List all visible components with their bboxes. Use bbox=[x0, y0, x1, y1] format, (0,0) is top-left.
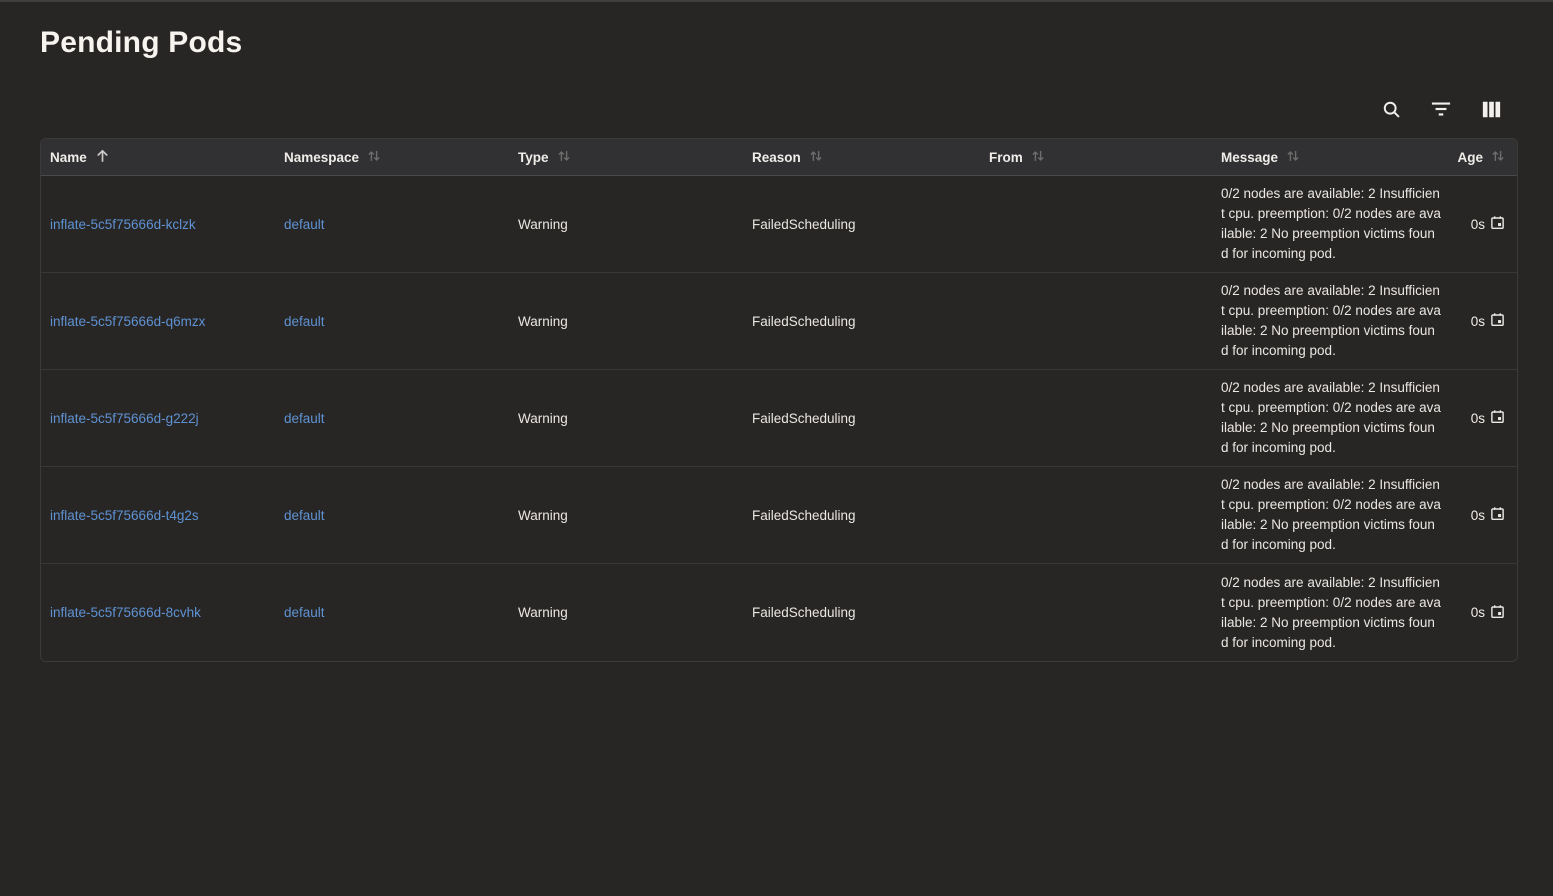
search-icon bbox=[1381, 99, 1402, 120]
filter-icon bbox=[1430, 99, 1452, 119]
columns-button[interactable] bbox=[1477, 95, 1505, 123]
column-label: Age bbox=[1457, 150, 1483, 165]
table-row: inflate-5c5f75666d-g222j default Warning… bbox=[41, 370, 1517, 467]
table-row: inflate-5c5f75666d-t4g2s default Warning… bbox=[41, 467, 1517, 564]
filter-button[interactable] bbox=[1427, 95, 1455, 123]
type-cell: Warning bbox=[509, 508, 743, 523]
message-cell: 0/2 nodes are available: 2 Insufficient … bbox=[1212, 475, 1441, 555]
message-cell: 0/2 nodes are available: 2 Insufficient … bbox=[1212, 184, 1441, 264]
age-value: 0s bbox=[1471, 605, 1485, 620]
pod-name-cell: inflate-5c5f75666d-g222j bbox=[41, 411, 275, 426]
age-cell: 0s bbox=[1447, 604, 1517, 622]
pending-pods-table: Name Namespace Type bbox=[40, 138, 1518, 662]
column-header-reason[interactable]: Reason bbox=[743, 149, 980, 166]
type-cell: Warning bbox=[509, 411, 743, 426]
table-row: inflate-5c5f75666d-kclzk default Warning… bbox=[41, 176, 1517, 273]
namespace-link[interactable]: default bbox=[284, 605, 325, 620]
column-label: Name bbox=[50, 150, 87, 165]
column-label: Type bbox=[518, 150, 549, 165]
pod-name-link[interactable]: inflate-5c5f75666d-kclzk bbox=[50, 217, 196, 232]
column-label: Reason bbox=[752, 150, 801, 165]
namespace-cell: default bbox=[275, 411, 509, 426]
namespace-cell: default bbox=[275, 605, 509, 620]
calendar-icon bbox=[1490, 604, 1505, 622]
table-row: inflate-5c5f75666d-8cvhk default Warning… bbox=[41, 564, 1517, 661]
age-cell: 0s bbox=[1447, 409, 1517, 427]
top-divider bbox=[0, 0, 1553, 2]
age-cell: 0s bbox=[1447, 215, 1517, 233]
calendar-icon bbox=[1490, 506, 1505, 524]
pod-name-link[interactable]: inflate-5c5f75666d-t4g2s bbox=[50, 508, 199, 523]
column-header-name[interactable]: Name bbox=[41, 148, 275, 166]
sort-both-icon bbox=[1491, 149, 1505, 166]
pod-name-cell: inflate-5c5f75666d-8cvhk bbox=[41, 605, 275, 620]
table-row: inflate-5c5f75666d-q6mzx default Warning… bbox=[41, 273, 1517, 370]
pod-name-cell: inflate-5c5f75666d-t4g2s bbox=[41, 508, 275, 523]
sort-both-icon bbox=[367, 149, 381, 166]
pod-name-cell: inflate-5c5f75666d-kclzk bbox=[41, 217, 275, 232]
sort-both-icon bbox=[1286, 149, 1300, 166]
column-label: Message bbox=[1221, 150, 1278, 165]
type-cell: Warning bbox=[509, 314, 743, 329]
calendar-icon bbox=[1490, 215, 1505, 233]
sort-both-icon bbox=[809, 149, 823, 166]
sort-asc-arrow-icon bbox=[95, 148, 110, 166]
table-toolbar bbox=[0, 94, 1505, 124]
reason-cell: FailedScheduling bbox=[743, 314, 980, 329]
column-label: From bbox=[989, 150, 1023, 165]
column-header-message[interactable]: Message bbox=[1212, 149, 1447, 166]
calendar-icon bbox=[1490, 409, 1505, 427]
sort-both-icon bbox=[557, 149, 571, 166]
pod-name-cell: inflate-5c5f75666d-q6mzx bbox=[41, 314, 275, 329]
calendar-icon bbox=[1490, 312, 1505, 330]
namespace-cell: default bbox=[275, 217, 509, 232]
reason-cell: FailedScheduling bbox=[743, 217, 980, 232]
column-header-type[interactable]: Type bbox=[509, 149, 743, 166]
reason-cell: FailedScheduling bbox=[743, 411, 980, 426]
type-cell: Warning bbox=[509, 217, 743, 232]
column-label: Namespace bbox=[284, 150, 359, 165]
columns-icon bbox=[1481, 100, 1502, 119]
search-button[interactable] bbox=[1377, 95, 1405, 123]
message-cell: 0/2 nodes are available: 2 Insufficient … bbox=[1212, 378, 1441, 458]
namespace-link[interactable]: default bbox=[284, 314, 325, 329]
message-cell: 0/2 nodes are available: 2 Insufficient … bbox=[1212, 573, 1441, 653]
column-header-namespace[interactable]: Namespace bbox=[275, 149, 509, 166]
age-value: 0s bbox=[1471, 508, 1485, 523]
pod-name-link[interactable]: inflate-5c5f75666d-q6mzx bbox=[50, 314, 205, 329]
age-cell: 0s bbox=[1447, 506, 1517, 524]
reason-cell: FailedScheduling bbox=[743, 508, 980, 523]
namespace-link[interactable]: default bbox=[284, 508, 325, 523]
column-header-from[interactable]: From bbox=[980, 149, 1212, 166]
table-header-row: Name Namespace Type bbox=[41, 139, 1517, 176]
namespace-link[interactable]: default bbox=[284, 411, 325, 426]
column-header-age[interactable]: Age bbox=[1447, 149, 1517, 166]
namespace-cell: default bbox=[275, 314, 509, 329]
type-cell: Warning bbox=[509, 605, 743, 620]
age-cell: 0s bbox=[1447, 312, 1517, 330]
namespace-cell: default bbox=[275, 508, 509, 523]
message-cell: 0/2 nodes are available: 2 Insufficient … bbox=[1212, 281, 1441, 361]
age-value: 0s bbox=[1471, 217, 1485, 232]
sort-both-icon bbox=[1031, 149, 1045, 166]
namespace-link[interactable]: default bbox=[284, 217, 325, 232]
pod-name-link[interactable]: inflate-5c5f75666d-8cvhk bbox=[50, 605, 201, 620]
pod-name-link[interactable]: inflate-5c5f75666d-g222j bbox=[50, 411, 199, 426]
reason-cell: FailedScheduling bbox=[743, 605, 980, 620]
age-value: 0s bbox=[1471, 314, 1485, 329]
page-title: Pending Pods bbox=[40, 26, 1553, 60]
age-value: 0s bbox=[1471, 411, 1485, 426]
